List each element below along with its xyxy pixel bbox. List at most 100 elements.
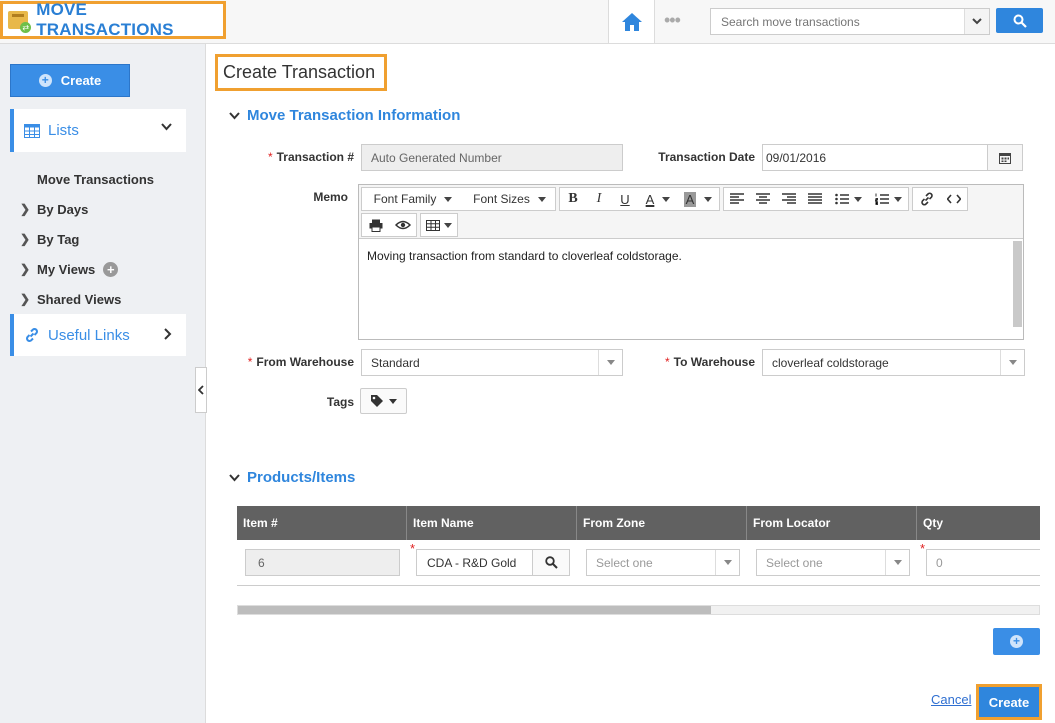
sidebar-item-my-views[interactable]: ❯ My Views + [20, 254, 154, 284]
items-table: Item # Item Name From Zone From Locator … [237, 506, 1040, 586]
sidebar-item-by-days[interactable]: ❯ By Days [20, 194, 154, 224]
from-locator-value: Select one [766, 555, 823, 570]
align-justify-icon[interactable] [802, 188, 828, 210]
add-view-icon[interactable]: + [103, 261, 119, 277]
bold-button[interactable]: B [560, 188, 586, 210]
chevron-left-icon [198, 385, 204, 395]
calendar-button[interactable] [987, 144, 1023, 171]
home-icon [621, 12, 642, 31]
calendar-icon [999, 152, 1011, 164]
cancel-link[interactable]: Cancel [931, 692, 971, 707]
required-marker: * [920, 541, 926, 556]
sidebar-item-shared-views[interactable]: ❯ Shared Views [20, 284, 154, 314]
plus-icon: + [38, 74, 52, 87]
more-dots-icon[interactable]: ••• [664, 11, 694, 32]
item-name-field[interactable]: CDA - R&D Gold [416, 549, 533, 576]
from-warehouse-label: * From Warehouse [247, 355, 354, 369]
useful-links-label: Useful Links [48, 326, 130, 344]
search-box [710, 8, 990, 35]
font-family-dropdown[interactable]: Font Family [362, 188, 458, 210]
table-insert-icon[interactable] [421, 214, 457, 236]
table-header: Item # Item Name From Zone From Locator … [237, 506, 1040, 540]
top-bar: ⇄ MOVE TRANSACTIONS ••• [0, 0, 1055, 44]
item-lookup-button[interactable] [532, 549, 570, 576]
underline-button[interactable]: U [612, 188, 638, 210]
page-title: Create Transaction [215, 54, 387, 91]
section-header-items[interactable]: Products/Items [229, 469, 355, 486]
code-view-icon[interactable] [940, 188, 967, 210]
sidebar-item-label: By Tag [37, 231, 80, 247]
home-button[interactable] [608, 0, 655, 43]
box-move-icon: ⇄ [7, 8, 32, 33]
table-row: 6 * CDA - R&D Gold Select one Select one… [237, 540, 1040, 585]
background-color-button[interactable]: A [678, 188, 718, 210]
chevron-right-icon: ❯ [20, 202, 31, 216]
link-icon[interactable] [913, 188, 940, 210]
create-submit-button[interactable]: Create [976, 684, 1042, 720]
sidebar-item-label: Move Transactions [37, 171, 155, 187]
search-icon [1013, 14, 1027, 28]
bullet-list-icon[interactable] [828, 188, 868, 210]
transaction-date-field[interactable]: 09/01/2016 [762, 144, 988, 171]
add-row-button[interactable]: + [993, 628, 1040, 655]
to-warehouse-select[interactable]: cloverleaf coldstorage [762, 349, 1025, 376]
style-group: B I U A A [559, 187, 720, 211]
font-size-dropdown[interactable]: Font Sizes [458, 188, 555, 210]
chevron-right-icon [164, 328, 172, 340]
useful-links-panel[interactable]: Useful Links [10, 314, 186, 356]
chevron-right-icon: ❯ [20, 262, 31, 276]
italic-button[interactable]: I [586, 188, 612, 210]
from-zone-select[interactable]: Select one [586, 549, 740, 576]
sidebar-create-button[interactable]: + Create [10, 64, 130, 97]
from-warehouse-select[interactable]: Standard [361, 349, 623, 376]
chevron-down-icon [1000, 350, 1024, 375]
scrollbar-thumb[interactable] [238, 606, 711, 614]
from-warehouse-value: Standard [371, 355, 420, 370]
sidebar-item-by-tag[interactable]: ❯ By Tag [20, 224, 154, 254]
chevron-down-icon [161, 123, 172, 131]
align-left-icon[interactable] [724, 188, 750, 210]
chevron-down-icon [715, 550, 739, 575]
search-filter-dropdown[interactable] [964, 9, 989, 34]
app-title[interactable]: ⇄ MOVE TRANSACTIONS [0, 0, 226, 39]
chevron-down-icon [972, 18, 982, 25]
font-color-label: A [645, 191, 655, 207]
font-color-button[interactable]: A [638, 188, 678, 210]
editor-scrollbar[interactable] [1013, 241, 1022, 327]
align-right-icon[interactable] [776, 188, 802, 210]
lists-panel[interactable]: Lists [10, 109, 186, 152]
paragraph-group [723, 187, 909, 211]
numbered-list-icon[interactable] [868, 188, 908, 210]
tag-icon [371, 395, 383, 407]
required-marker: * [410, 541, 416, 556]
table-horizontal-scrollbar[interactable] [237, 605, 1040, 615]
to-warehouse-label: * To Warehouse [664, 355, 755, 369]
chevron-down-icon [229, 111, 240, 119]
align-center-icon[interactable] [750, 188, 776, 210]
sidebar-collapse-toggle[interactable] [195, 367, 207, 413]
lists-label: Lists [48, 122, 79, 139]
app-name: MOVE TRANSACTIONS [36, 0, 174, 39]
memo-editor: Font Family Font Sizes B I U A A Moving … [358, 184, 1024, 340]
memo-text-area[interactable]: Moving transaction from standard to clov… [359, 240, 1011, 339]
qty-field[interactable]: 0 [926, 549, 1040, 576]
chevron-down-icon [885, 550, 909, 575]
link-icon [26, 328, 38, 342]
print-icon[interactable] [362, 214, 389, 236]
transaction-number-label: * Transaction # [267, 150, 354, 164]
tags-dropdown-button[interactable] [360, 388, 407, 414]
column-header-item-name: Item Name [407, 506, 577, 540]
chevron-down-icon [229, 473, 240, 481]
tags-label: Tags [326, 395, 354, 409]
search-input[interactable] [711, 9, 964, 34]
preview-eye-icon[interactable] [389, 214, 416, 236]
font-group: Font Family Font Sizes [361, 187, 556, 211]
section-header-info[interactable]: Move Transaction Information [229, 107, 460, 124]
to-warehouse-value: cloverleaf coldstorage [772, 355, 889, 370]
sidebar-item-move-transactions[interactable]: Move Transactions [20, 164, 154, 194]
calendar-grid-icon [24, 123, 40, 138]
column-header-from-zone: From Zone [577, 506, 747, 540]
from-locator-select[interactable]: Select one [756, 549, 910, 576]
editor-toolbar: Font Family Font Sizes B I U A A [359, 185, 1023, 239]
search-button[interactable] [996, 8, 1043, 33]
